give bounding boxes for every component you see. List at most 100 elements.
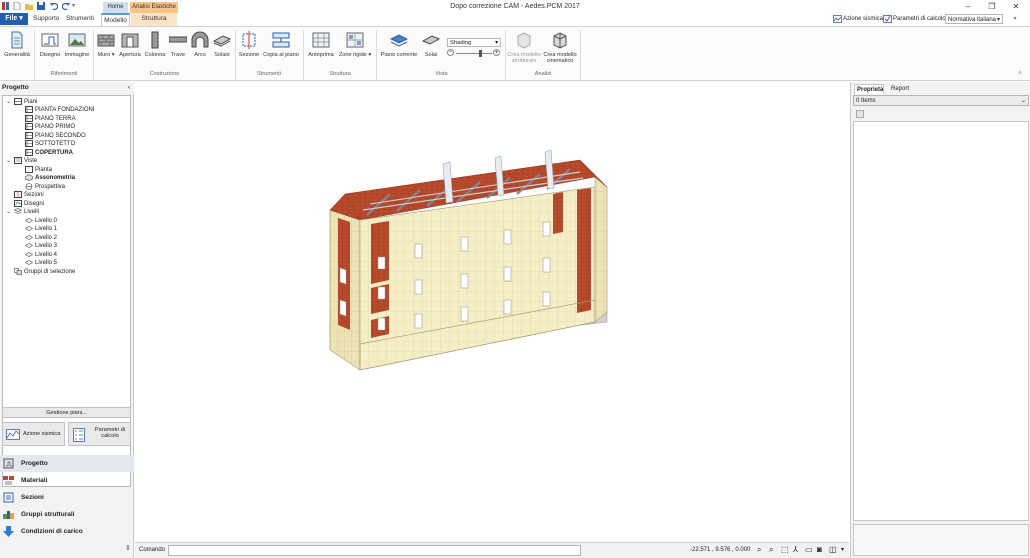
trave-button[interactable]: Trave (167, 31, 189, 58)
close-icon[interactable]: ✕ (1006, 1, 1026, 12)
arco-button[interactable]: Arco (189, 31, 211, 58)
zoom-in-icon[interactable]: + (493, 49, 500, 56)
zone-rigide-button[interactable]: Zone rigide ▾ (337, 31, 373, 58)
tree-node-piano[interactable]: SOTTOTETTO (25, 140, 75, 148)
sezione-button[interactable]: Sezione (237, 31, 261, 58)
tree-node-piano-current[interactable]: COPERTURA (25, 148, 73, 157)
nav-overflow-icon[interactable]: ⇕ (125, 544, 131, 552)
parametri-calcolo-button[interactable]: Parametri di calcolo (68, 422, 131, 446)
property-grid[interactable] (853, 121, 1029, 521)
tree-node-vista-current[interactable]: Assonometria (25, 174, 75, 182)
group-vista-label: Vista (435, 71, 448, 77)
tree-node-livello[interactable]: Livello 4 (25, 251, 57, 259)
property-description (853, 524, 1029, 556)
tree-node-viste[interactable]: Viste (14, 157, 37, 165)
tree-node-livello[interactable]: Livello 0 (25, 217, 57, 225)
gestione-piani-button[interactable]: Gestione piani... (2, 407, 131, 418)
tree-node-sezioni[interactable]: Sezioni (14, 191, 44, 199)
tree-node-vista[interactable]: Pianta (25, 165, 52, 174)
group-struttura-label: Struttura (329, 71, 351, 77)
azione-sismica-link[interactable]: Azione sismica (843, 14, 883, 24)
camera-icon[interactable]: ◙ (817, 545, 822, 554)
shading-select[interactable]: Shading ▾ (447, 38, 501, 47)
solai-button[interactable]: Solai (420, 31, 442, 58)
zoom-out-icon[interactable]: − (447, 49, 454, 56)
tree-node-vista[interactable]: Prospettiva (25, 182, 65, 191)
comando-input[interactable] (168, 545, 581, 556)
tree-node-piano[interactable]: PIANTA FONDAZIONI (25, 106, 95, 114)
load-arrow-icon (3, 526, 14, 537)
tree-node-livelli[interactable]: Livelli (14, 208, 39, 216)
tab-modello[interactable]: Modello (101, 13, 130, 26)
tree-node-livello[interactable]: Livello 2 (25, 234, 57, 242)
zoom-extents-icon[interactable]: ⌕ (769, 545, 773, 555)
tab-report[interactable]: Report (891, 84, 919, 94)
copia-al-piano-button[interactable]: Copia al piano (262, 31, 300, 58)
crea-modello-strutturale-button[interactable]: Crea modello strutturale (507, 31, 541, 64)
plan-view-icon (25, 165, 33, 173)
piano-corrente-button[interactable]: Piano corrente (379, 31, 419, 58)
layout-dropdown-icon[interactable]: ▾ (841, 546, 844, 553)
group-riferimenti-label: Riferimenti (50, 71, 78, 77)
tree-node-disegni[interactable]: Disegni (14, 199, 44, 208)
building-3d-model[interactable] (135, 82, 849, 542)
expand-piani-icon[interactable]: ⌄ (6, 98, 11, 106)
crea-modello-cinematico-button[interactable]: Crea modello cinematico (542, 31, 578, 64)
zoom-icon[interactable]: ⌕ (757, 545, 761, 555)
immagine-button[interactable]: Immagine (63, 31, 91, 58)
tree-node-livello[interactable]: Livello 1 (25, 225, 57, 233)
chevron-down-icon: ⌄ (1020, 98, 1026, 104)
tree-node-livello[interactable]: Livello 3 (25, 242, 57, 250)
normativa-select[interactable]: Normativa italiana ▾ (945, 14, 1003, 24)
nav-condizioni-carico[interactable]: Condizioni di carico (0, 523, 134, 540)
layout-icon[interactable]: ◫ (829, 545, 837, 554)
file-menu-button[interactable]: File ▾ (0, 13, 28, 25)
tab-strumenti[interactable]: Strumenti (63, 13, 97, 26)
tree-node-piano[interactable]: PIANO SECONDO (25, 131, 86, 140)
axonometric-icon (25, 174, 33, 181)
solaio-button[interactable]: Solaio (210, 31, 234, 58)
tab-supporto[interactable]: Supporto (33, 13, 59, 26)
generalita-button[interactable]: Generalità (3, 31, 31, 58)
nav-progetto[interactable]: Progetto (0, 455, 134, 472)
disegno-button[interactable]: Disegno (37, 31, 63, 58)
colonna-button[interactable]: Colonna (143, 31, 167, 58)
drawing-icon (41, 33, 59, 47)
slider-thumb[interactable] (479, 50, 482, 57)
nav-gruppi-strutturali[interactable]: Gruppi strutturali (0, 506, 134, 523)
3d-viewport[interactable] (135, 82, 849, 542)
muro-button[interactable]: Muro ▾ (95, 31, 117, 58)
nav-materiali[interactable]: Materiali (0, 472, 134, 489)
shading-slider[interactable]: − + (447, 49, 501, 58)
section-icon (242, 31, 256, 49)
properties-sort-icon[interactable] (856, 110, 864, 118)
azione-sismica-button[interactable]: Azione sismica (2, 422, 65, 446)
anteprima-button[interactable]: Anteprima (307, 31, 335, 58)
floor-icon (25, 114, 33, 122)
axes-icon[interactable]: ⅄ (793, 545, 798, 554)
tree-node-piano[interactable]: PIANO TERRA (25, 114, 76, 123)
restore-icon[interactable]: ❐ (982, 1, 1002, 12)
nav-sezioni[interactable]: Sezioni (0, 489, 134, 506)
collapse-left-icon[interactable]: ‹ (128, 82, 130, 94)
items-selector[interactable]: 0 Items ⌄ (853, 95, 1029, 106)
zoom-window-icon[interactable]: ⬚ (781, 545, 789, 554)
apertura-button[interactable]: Apertura (118, 31, 142, 58)
tree-node-gruppi-selezione[interactable]: Gruppi di selezione (14, 267, 75, 276)
collapse-ribbon-icon[interactable]: ˄ (1018, 71, 1022, 77)
tab-proprieta[interactable]: Proprietà (854, 84, 884, 94)
dimensions-icon[interactable]: ▭ (805, 545, 813, 554)
context-tab-analisi-elastiche[interactable]: Analisi Elastiche (130, 2, 178, 13)
minimize-icon[interactable]: – (958, 1, 978, 12)
help-dropdown-icon[interactable]: ▾ (1005, 14, 1025, 24)
tab-struttura[interactable]: Struttura (131, 13, 177, 26)
expand-viste-icon[interactable]: ⌄ (6, 157, 11, 165)
expand-livelli-icon[interactable]: ⌄ (6, 208, 11, 216)
tree-node-livello[interactable]: Livello 5 (25, 259, 57, 267)
context-tab-home[interactable]: Home (103, 2, 128, 13)
tree-node-piano[interactable]: PIANO PRIMO (25, 123, 75, 131)
parametri-checkbox-icon[interactable] (883, 15, 892, 23)
kinematic-model-icon (553, 32, 567, 49)
parametri-calcolo-link[interactable]: Parametri di calcolo (893, 14, 946, 24)
tree-node-piani[interactable]: Piani (14, 98, 37, 106)
